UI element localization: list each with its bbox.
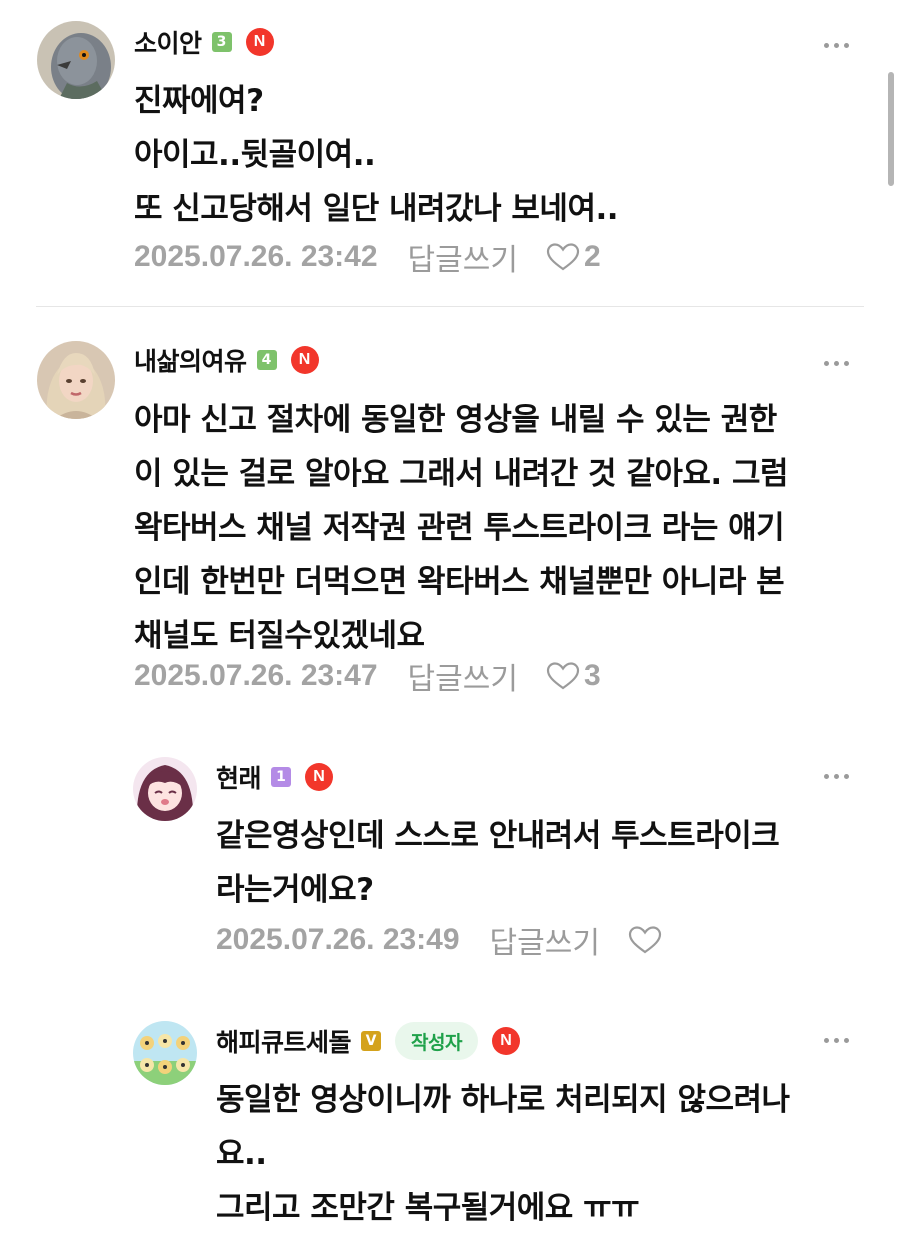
- author-row: 내삶의여유 4 N: [134, 340, 319, 380]
- comment-meta: 2025.07.26. 23:49 답글쓰기: [216, 918, 666, 962]
- comment-divider: [36, 306, 864, 307]
- comment-meta: 2025.07.26. 23:42 답글쓰기 2: [134, 235, 601, 279]
- nickname[interactable]: 현래: [216, 759, 262, 795]
- like-button[interactable]: [628, 925, 666, 955]
- comment-text: 아마 신고 절차에 동일한 영상을 내릴 수 있는 권한 이 있는 걸로 알아요…: [134, 402, 789, 654]
- reply-button[interactable]: 답글쓰기: [408, 654, 518, 698]
- like-count: 2: [583, 240, 601, 273]
- more-dots-icon[interactable]: [824, 35, 856, 55]
- avatar-soian[interactable]: [37, 21, 115, 99]
- n-badge: N: [245, 28, 274, 56]
- nickname[interactable]: 소이안: [134, 24, 202, 60]
- heart-outline-icon: [628, 926, 662, 954]
- author-badge: 작성자: [395, 1022, 478, 1060]
- comment-date: 2025.07.26. 23:49: [216, 923, 460, 956]
- comment-text: 동일한 영상이니까 하나로 처리되지 않으려나 요.. 그리고 조만간 복구될거…: [216, 1082, 790, 1226]
- reply-button[interactable]: 답글쓰기: [490, 918, 600, 962]
- reply-button[interactable]: 답글쓰기: [408, 235, 518, 279]
- like-count: 3: [583, 659, 601, 692]
- nickname[interactable]: 해피큐트세돌: [216, 1023, 352, 1059]
- anime-avatar-image: [133, 757, 197, 821]
- heart-outline-icon: [546, 662, 580, 690]
- author-row: 해피큐트세돌 V 작성자 N: [216, 1021, 520, 1061]
- avatar-hyeonrae[interactable]: [133, 757, 197, 821]
- level-badge: 4: [256, 350, 277, 370]
- author-row: 소이안 3 N: [134, 22, 274, 62]
- scrollbar[interactable]: [888, 72, 894, 186]
- nickname[interactable]: 내삶의여유: [134, 342, 247, 378]
- comment-meta: 2025.07.26. 23:47 답글쓰기 3: [134, 654, 601, 698]
- avatar-naesam[interactable]: [37, 341, 115, 419]
- pigeon-avatar-image: [37, 21, 115, 99]
- more-dots-icon[interactable]: [824, 766, 856, 786]
- more-dots-icon[interactable]: [824, 353, 856, 373]
- like-button[interactable]: 2: [546, 240, 601, 274]
- heart-outline-icon: [546, 243, 580, 271]
- author-row: 현래 1 N: [216, 757, 334, 797]
- comment-text: 진짜에여? 아이고..뒷골이여.. 또 신고당해서 일단 내려갔나 보네여..: [134, 83, 619, 227]
- more-dots-icon[interactable]: [824, 1030, 856, 1050]
- portrait-avatar-image: [37, 341, 115, 419]
- group-avatar-image: [133, 1021, 197, 1085]
- comment-text: 같은영상인데 스스로 안내려서 투스트라이크 라는거에요?: [216, 818, 780, 908]
- like-button[interactable]: 3: [546, 659, 601, 693]
- comment-date: 2025.07.26. 23:47: [134, 659, 378, 692]
- comment-date: 2025.07.26. 23:42: [134, 240, 378, 273]
- n-badge: N: [305, 763, 334, 791]
- avatar-happycute[interactable]: [133, 1021, 197, 1085]
- level-badge: 1: [271, 767, 292, 787]
- level-badge: V: [361, 1031, 382, 1051]
- n-badge: N: [491, 1027, 520, 1055]
- n-badge: N: [290, 346, 319, 374]
- level-badge: 3: [211, 32, 232, 52]
